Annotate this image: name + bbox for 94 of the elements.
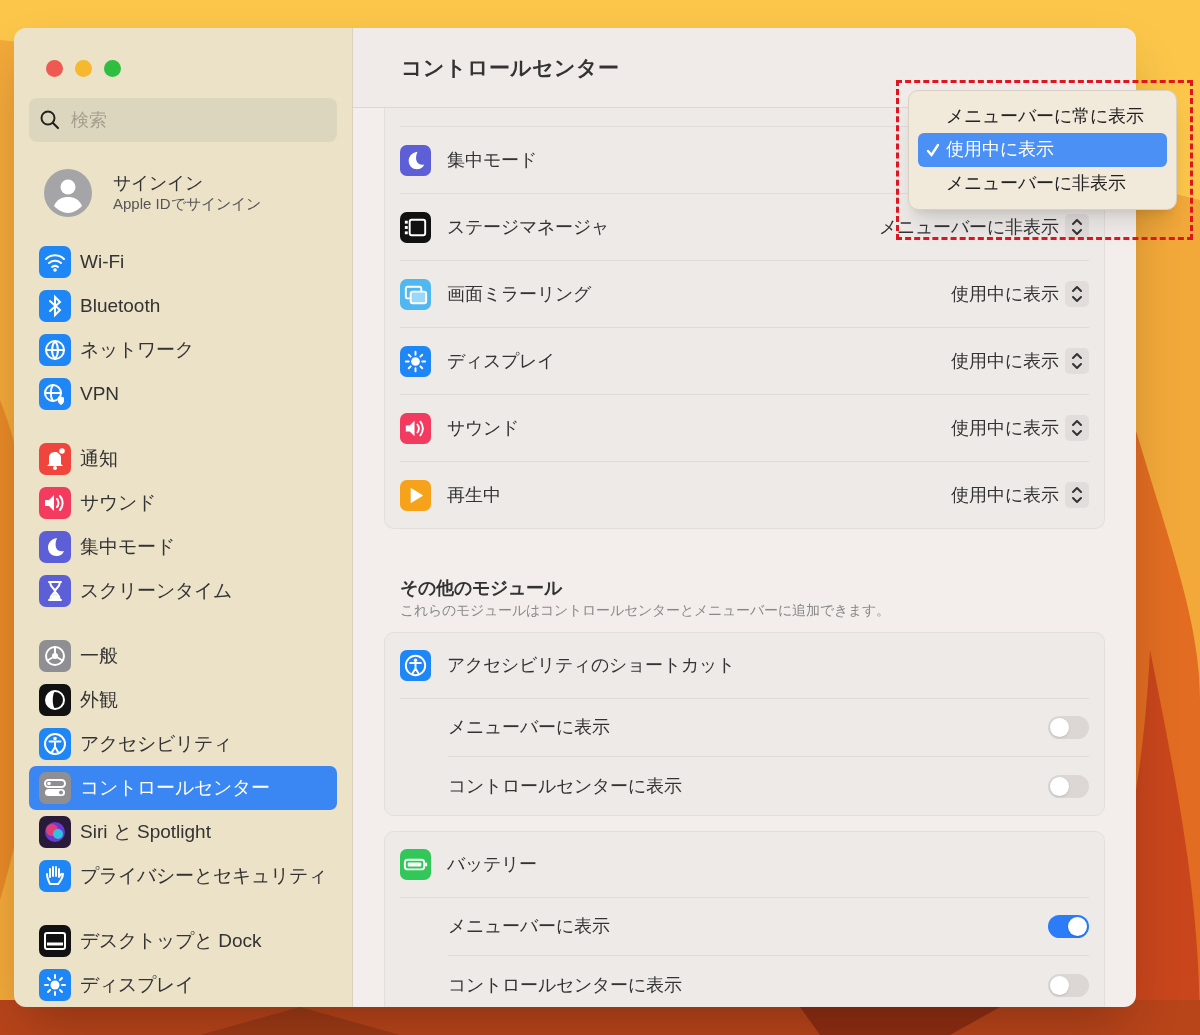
orb-icon bbox=[39, 816, 71, 848]
accessibility-icon bbox=[39, 728, 71, 760]
appearance-icon bbox=[39, 684, 71, 716]
search-field[interactable]: 検索 bbox=[29, 98, 337, 142]
toggle-label: メニューバーに表示 bbox=[448, 915, 610, 938]
sidebar-label: Siri と Spotlight bbox=[80, 819, 211, 844]
module-label: サウンド bbox=[447, 416, 519, 440]
accessibility-icon bbox=[400, 650, 431, 681]
hand-icon bbox=[39, 860, 71, 892]
stage-icon bbox=[400, 211, 431, 243]
sidebar-item[interactable]: VPN bbox=[29, 372, 337, 416]
speaker-icon bbox=[39, 487, 71, 519]
toggle-switch[interactable] bbox=[1048, 716, 1089, 739]
sidebar-item[interactable]: アクセシビリティ bbox=[29, 722, 337, 766]
toggle-label: メニューバーに表示 bbox=[448, 716, 610, 739]
sidebar-item[interactable]: Bluetooth bbox=[29, 284, 337, 328]
sidebar-label: ネットワーク bbox=[80, 337, 194, 362]
sidebar-label: VPN bbox=[80, 381, 120, 406]
sidebar-label: ディスプレイ bbox=[80, 972, 194, 997]
sidebar-label: プライバシーとセキュリティ bbox=[80, 863, 327, 888]
gear-icon bbox=[39, 640, 71, 672]
sidebar-label: デスクトップと Dock bbox=[80, 928, 262, 953]
sidebar-label: Bluetooth bbox=[80, 293, 161, 318]
sidebar-label: アクセシビリティ bbox=[80, 731, 232, 756]
battery-icon bbox=[400, 849, 431, 880]
sidebar-item[interactable]: 一般 bbox=[29, 634, 337, 678]
module-label: 画面ミラーリング bbox=[447, 282, 591, 306]
dropdown[interactable]: メニューバーに非表示 bbox=[879, 213, 1089, 241]
sidebar-item[interactable]: サウンド bbox=[29, 481, 337, 525]
account-subtitle: Apple IDでサインイン bbox=[113, 194, 261, 214]
play-icon bbox=[400, 479, 431, 511]
page-title: コントロールセンター bbox=[401, 54, 619, 81]
module-title: アクセシビリティのショートカット bbox=[447, 654, 735, 677]
search-icon bbox=[39, 109, 61, 131]
sidebar-label: 集中モード bbox=[80, 534, 175, 559]
dropdown[interactable]: 使用中に表示 bbox=[951, 347, 1089, 375]
module-label: 再生中 bbox=[447, 483, 501, 507]
section-description: これらのモジュールはコントロールセンターとメニューバーに追加できます。 bbox=[400, 601, 891, 620]
sidebar-label: コントロールセンター bbox=[80, 775, 270, 800]
sidebar-item[interactable]: コントロールセンター bbox=[29, 766, 337, 810]
globe-icon bbox=[39, 334, 71, 366]
speaker-icon bbox=[400, 412, 431, 444]
sidebar-label: Wi-Fi bbox=[80, 249, 125, 274]
dropdown[interactable]: 使用中に表示 bbox=[951, 481, 1089, 509]
sidebar-label: 通知 bbox=[80, 446, 118, 471]
account-name: サインイン bbox=[113, 172, 204, 194]
toggle-label: コントロールセンターに表示 bbox=[448, 973, 682, 997]
module-title: バッテリー bbox=[447, 853, 537, 876]
globe-shield-icon bbox=[39, 378, 71, 410]
toggle-switch[interactable] bbox=[1048, 774, 1089, 798]
stepper-icon[interactable] bbox=[1065, 415, 1089, 441]
dock-icon bbox=[39, 925, 71, 957]
module-label: ディスプレイ bbox=[447, 349, 555, 373]
toggle-label: コントロールセンターに表示 bbox=[448, 774, 682, 798]
stepper-icon[interactable] bbox=[1065, 482, 1089, 508]
menu-item[interactable]: メニューバーに常に表示 bbox=[918, 100, 1167, 134]
dropdown[interactable]: 使用中に表示 bbox=[951, 414, 1089, 442]
section-heading: その他のモジュール bbox=[400, 577, 564, 600]
sidebar-label: 外観 bbox=[80, 687, 118, 712]
moon-icon bbox=[400, 144, 431, 176]
switches-icon bbox=[39, 772, 71, 804]
sidebar-item[interactable]: Siri と Spotlight bbox=[29, 810, 337, 854]
module-label: ステージマネージャ bbox=[447, 215, 609, 239]
sidebar-item[interactable]: Wi-Fi bbox=[29, 240, 337, 284]
sidebar-item[interactable]: 外観 bbox=[29, 678, 337, 722]
sun-icon bbox=[39, 969, 71, 1001]
menu-item[interactable]: メニューバーに非表示 bbox=[918, 166, 1167, 200]
bell-icon bbox=[39, 443, 71, 475]
stepper-icon[interactable] bbox=[1065, 214, 1089, 240]
sidebar-item[interactable]: ネットワーク bbox=[29, 328, 337, 372]
moon-icon bbox=[39, 531, 71, 563]
sidebar-item[interactable]: 集中モード bbox=[29, 525, 337, 569]
toggle-switch[interactable] bbox=[1048, 973, 1089, 997]
sidebar-item[interactable]: デスクトップと Dock bbox=[29, 919, 337, 963]
sun-icon bbox=[400, 345, 431, 377]
hourglass-icon bbox=[39, 575, 71, 607]
sidebar-label: スクリーンタイム bbox=[80, 578, 232, 603]
toggle-switch[interactable] bbox=[1048, 915, 1089, 938]
module-label: 集中モード bbox=[447, 148, 537, 172]
bluetooth-icon bbox=[39, 290, 71, 322]
stepper-icon[interactable] bbox=[1065, 348, 1089, 374]
checkmark-icon bbox=[926, 142, 940, 158]
stepper-icon[interactable] bbox=[1065, 281, 1089, 307]
screens-icon bbox=[400, 278, 431, 310]
sidebar-label: 一般 bbox=[80, 643, 118, 668]
dropdown[interactable]: 使用中に表示 bbox=[951, 280, 1089, 308]
close-button[interactable] bbox=[46, 60, 63, 77]
sidebar-item[interactable]: プライバシーとセキュリティ bbox=[29, 854, 337, 898]
wifi-icon bbox=[39, 246, 71, 278]
sidebar-label: サウンド bbox=[80, 490, 156, 515]
avatar-icon bbox=[43, 168, 93, 218]
sidebar-item[interactable]: スクリーンタイム bbox=[29, 569, 337, 613]
sidebar-item[interactable]: 通知 bbox=[29, 437, 337, 481]
sidebar-item[interactable]: ディスプレイ bbox=[29, 963, 337, 1007]
